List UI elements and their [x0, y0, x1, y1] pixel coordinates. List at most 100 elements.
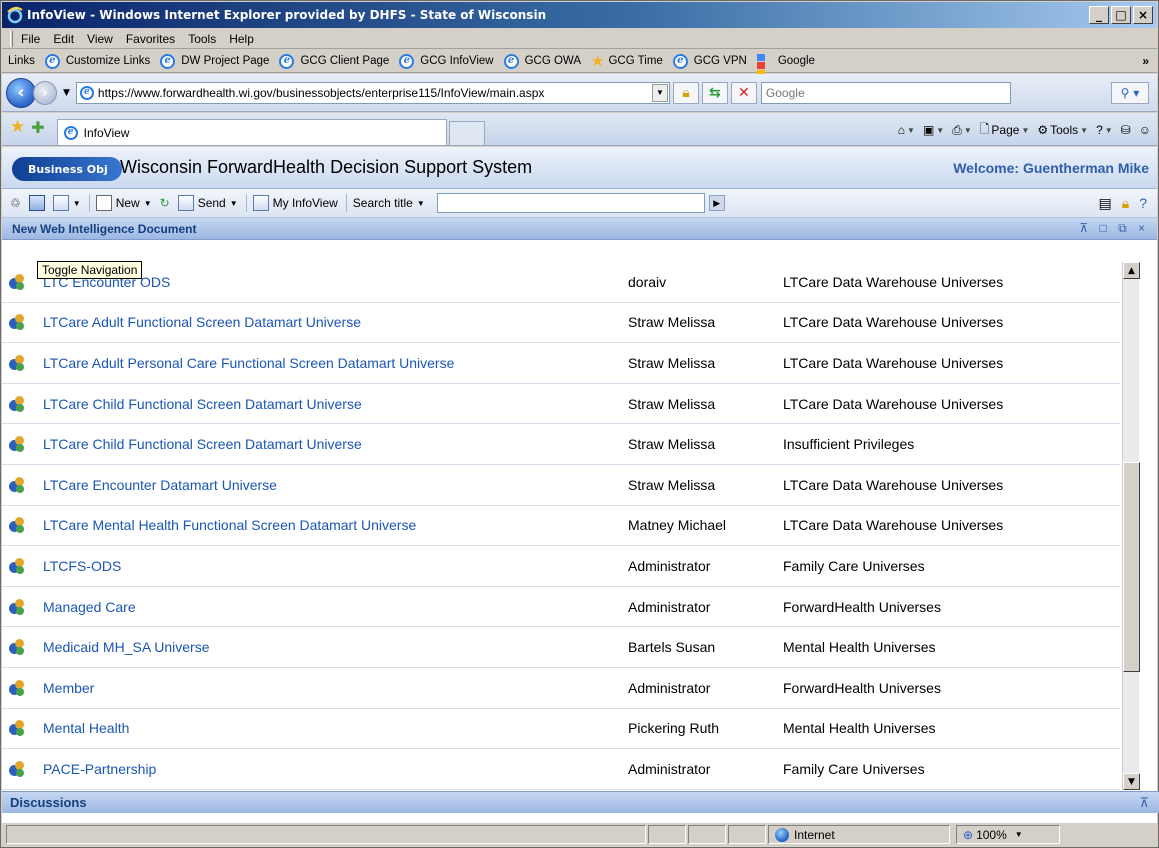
toolbar-separator [88, 194, 90, 212]
list-item[interactable]: LTCare Encounter Datamart Universe Straw … [2, 465, 1120, 506]
list-item[interactable]: Mental Health Pickering Ruth Mental Health… [2, 709, 1120, 750]
favorites-star-icon[interactable]: ★ [10, 117, 25, 137]
list-item[interactable]: LTCare Child Functional Screen Datamart … [2, 424, 1120, 465]
url-field[interactable]: e https://www.forwardhealth.wi.gov/busin… [75, 81, 670, 104]
list-item[interactable]: Member Administrator ForwardHealth Univers… [2, 668, 1120, 709]
scroll-thumb[interactable] [1123, 462, 1140, 672]
search-button[interactable]: ⚲ ▾ [1111, 81, 1149, 104]
logoff-lock-icon[interactable]: 🔒︎ [1122, 195, 1129, 212]
zoom-control[interactable]: ⊕ 100% ▼ [956, 825, 1060, 844]
search-title-input[interactable] [436, 193, 705, 213]
print-button[interactable]: ⎙ ▼ [952, 123, 972, 138]
toolbar-grip[interactable] [10, 30, 13, 47]
chevron-more-icon[interactable]: » [1142, 54, 1149, 68]
help-button[interactable]: ? ▼ [1096, 123, 1113, 137]
list-item[interactable]: Medicaid MH_SA Universe Bartels Susan Ment… [2, 627, 1120, 668]
link-gcg-client[interactable]: e GCG Client Page [279, 53, 389, 69]
feeds-button[interactable]: ▣ ▼ [923, 123, 944, 137]
refresh-button[interactable]: ⇆ [701, 81, 728, 104]
scroll-up-icon[interactable]: ▲ [1123, 262, 1140, 279]
preferences-icon[interactable]: ▤ [1099, 195, 1112, 212]
menu-tools[interactable]: Tools [188, 32, 216, 46]
research-icon: ⛁ [1120, 123, 1131, 137]
pin-icon[interactable]: ⊼ [1139, 795, 1149, 811]
star-icon: ★ [591, 53, 605, 70]
universe-name-link[interactable]: LTCare Child Functional Screen Datamart … [43, 396, 628, 412]
toggle-navigation-button[interactable] [28, 195, 45, 211]
scroll-down-icon[interactable]: ▼ [1123, 773, 1140, 790]
new-button[interactable]: New ▼ [95, 195, 152, 211]
menu-favorites[interactable]: Favorites [126, 32, 175, 46]
panel-controls[interactable]: ⊼ □ ⧉ × [1079, 221, 1149, 236]
link-gcg-time[interactable]: ★ GCG Time [591, 52, 663, 70]
research-button[interactable]: ⛁ [1121, 123, 1131, 137]
universe-name-link[interactable]: LTCare Adult Personal Care Functional Sc… [43, 355, 628, 371]
stop-button[interactable]: ✕ [730, 81, 757, 104]
security-zone[interactable]: Internet [768, 825, 950, 844]
universe-icon [9, 598, 25, 615]
my-infoview-button[interactable]: My InfoView [252, 195, 338, 211]
link-gcg-owa[interactable]: e GCG OWA [503, 53, 581, 69]
search-title-dropdown[interactable]: Search title ▼ [353, 196, 425, 210]
list-item[interactable]: LTCare Adult Personal Care Functional Sc… [2, 343, 1120, 384]
universe-name-link[interactable]: LTCare Mental Health Functional Screen D… [43, 517, 628, 533]
list-item[interactable]: LTCare Child Functional Screen Datamart … [2, 384, 1120, 425]
help-circle-icon[interactable]: ? [1139, 195, 1147, 212]
menu-help[interactable]: Help [229, 32, 254, 46]
url-dropdown-icon[interactable]: ▼ [651, 83, 668, 102]
tab-infoview[interactable]: e InfoView [56, 119, 447, 145]
list-item[interactable]: LTCare Adult Functional Screen Datamart … [2, 303, 1120, 344]
add-favorites-icon[interactable]: ✚ [31, 118, 44, 137]
close-button[interactable]: × [1133, 6, 1153, 24]
universe-name-link[interactable]: LTCare Adult Functional Screen Datamart … [43, 314, 628, 330]
maximize-button[interactable]: □ [1111, 6, 1131, 24]
link-label: GCG InfoView [420, 55, 494, 67]
owner: Administrator [628, 557, 711, 574]
home-document-button[interactable]: ♲ [10, 196, 21, 210]
menu-edit[interactable]: Edit [53, 32, 74, 46]
send-button[interactable]: Send ▼ [177, 195, 238, 211]
universe-name-link[interactable]: LTCFS-ODS [43, 558, 628, 574]
send-icon [177, 195, 194, 211]
minimize-button[interactable]: _ [1089, 6, 1109, 24]
folder: LTCare Data Warehouse Universes [783, 354, 1004, 371]
list-item[interactable]: Managed Care Administrator ForwardHealth U… [2, 587, 1120, 628]
page-menu[interactable]: 🗋 Page ▼ [980, 120, 1030, 141]
universe-name-link[interactable]: LTCare Child Functional Screen Datamart … [43, 436, 628, 452]
universe-name-link[interactable]: Member [43, 680, 628, 696]
discussions-panel[interactable]: Discussions ⊼ [2, 791, 1159, 813]
lock-icon: 🔒︎ [682, 84, 690, 101]
universe-name-link[interactable]: Managed Care [43, 599, 628, 615]
messenger-button[interactable]: ☺ [1139, 123, 1151, 137]
list-item[interactable]: LTC Encounter ODS doraiv LTCare Data Wareh… [2, 262, 1120, 303]
tools-menu[interactable]: ⚙ Tools ▼ [1037, 123, 1088, 137]
menu-file[interactable]: File [21, 32, 40, 46]
lock-button[interactable]: 🔒︎ [672, 81, 699, 104]
view-options-button[interactable]: ▼ [52, 195, 81, 211]
link-dw-project[interactable]: e DW Project Page [160, 53, 269, 69]
home-button[interactable]: ⌂ ▼ [898, 123, 915, 137]
back-button[interactable]: ‹ [6, 77, 36, 108]
universe-name-link[interactable]: Medicaid MH_SA Universe [43, 639, 628, 655]
forward-button[interactable]: › [33, 80, 57, 105]
link-gcg-infoview[interactable]: e GCG InfoView [399, 53, 494, 69]
new-tab-button[interactable] [448, 121, 485, 145]
link-google[interactable]: Google [756, 53, 815, 85]
universe-name-link[interactable]: Mental Health [43, 720, 628, 736]
list-item[interactable]: LTCFS-ODS Administrator Family Care Univer… [2, 546, 1120, 587]
refresh-list-button[interactable]: ↻ [160, 196, 170, 210]
list-item[interactable]: LTCare Mental Health Functional Screen D… [2, 506, 1120, 547]
search-go-button[interactable]: ▶ [708, 195, 725, 211]
zoom-dropdown-icon[interactable]: ▼ [1015, 830, 1023, 839]
vertical-scrollbar[interactable]: ▲ ▼ [1122, 262, 1140, 790]
search-input[interactable]: Google [760, 81, 1011, 104]
link-customize[interactable]: e Customize Links [44, 53, 150, 69]
universe-name-link[interactable]: LTCare Encounter Datamart Universe [43, 477, 628, 493]
list-item[interactable]: PACE-Partnership Administrator Family Care… [2, 749, 1120, 790]
owner: Straw Melissa [628, 436, 716, 453]
folder: LTCare Data Warehouse Universes [783, 395, 1004, 412]
universe-name-link[interactable]: PACE-Partnership [43, 761, 628, 777]
menu-view[interactable]: View [87, 32, 113, 46]
recent-pages-dropdown[interactable]: ▼ [63, 88, 70, 98]
link-gcg-vpn[interactable]: e GCG VPN [672, 53, 747, 69]
